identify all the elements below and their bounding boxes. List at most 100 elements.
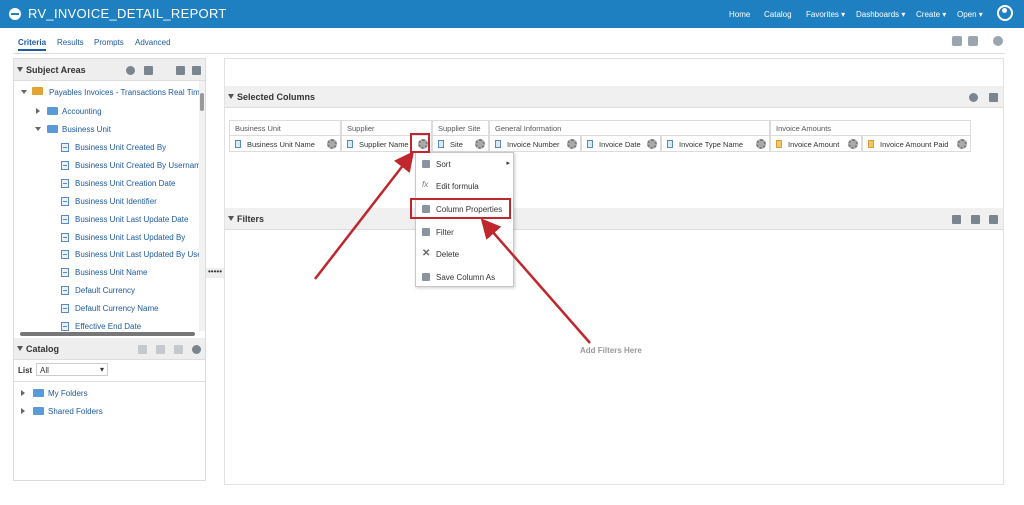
nav-create[interactable]: Create ▾ [916,10,946,19]
top-bar: RV_INVOICE_DETAIL_REPORT Home Catalog Fa… [0,0,1024,28]
collapse-icon[interactable] [17,67,23,72]
selected-column[interactable]: Invoice Amount Paid [862,135,971,152]
menu-item-edit-formula[interactable]: fx Edit formula [416,177,513,195]
expand-arrow-icon[interactable] [21,390,25,396]
selected-column[interactable]: Invoice Date [581,135,661,152]
selected-column[interactable]: Site [432,135,489,152]
expand-arrow-icon[interactable] [21,90,27,94]
selected-column[interactable]: Invoice Amount [770,135,862,152]
collapse-arrow-icon[interactable] [35,127,41,131]
arrow-right-icon[interactable] [138,345,147,354]
vertical-scrollbar[interactable] [199,81,205,331]
subject-area-column[interactable]: Business Unit Creation Date [75,179,176,188]
expand-arrow-icon[interactable] [21,408,25,414]
gear-icon[interactable] [475,139,485,149]
catalog-my-folders[interactable]: My Folders [48,389,88,398]
help-icon[interactable] [993,36,1003,46]
gear-icon[interactable] [567,139,577,149]
save-as-icon[interactable] [968,36,978,46]
subject-area-column[interactable]: Business Unit Last Updated By Use [75,250,199,259]
sort-icon [422,160,430,168]
column-label: Invoice Amount [788,140,840,149]
subject-area-column[interactable]: Business Unit Name [75,268,147,277]
subject-area-root[interactable]: Payables Invoices - Transactions Real Ti… [49,88,200,97]
gear-icon[interactable] [327,139,337,149]
catalog-shared-folders[interactable]: Shared Folders [48,407,103,416]
copy-icon[interactable] [156,345,165,354]
user-avatar-icon[interactable] [997,5,1013,21]
scroll-thumb[interactable] [200,93,204,111]
add-icon[interactable] [176,66,185,75]
remove-all-icon[interactable] [989,93,998,102]
folder-business-unit[interactable]: Business Unit [62,125,111,134]
search-icon[interactable] [126,66,135,75]
selected-column[interactable]: Business Unit Name [229,135,341,152]
nav-create-label: Create [916,10,941,19]
subject-area-column[interactable]: Business Unit Created By [75,143,166,152]
tab-results[interactable]: Results [57,38,84,47]
nav-favorites-label: Favorites [806,10,839,19]
column-type-icon [587,140,593,148]
submenu-arrow-icon: ▸ [506,160,510,167]
expand-arrow-icon[interactable] [36,108,40,114]
pane-splitter[interactable]: ••••• [206,268,224,278]
menu-item-filter[interactable]: Filter [416,223,513,241]
clear-filters-icon[interactable] [971,215,980,224]
gear-icon[interactable] [647,139,657,149]
selected-column[interactable]: Invoice Number [489,135,581,152]
menu-label: Delete [436,250,460,259]
column-icon [61,304,69,314]
horizontal-scrollbar[interactable] [20,332,195,336]
sort-icon[interactable] [144,66,153,75]
subject-area-column[interactable]: Business Unit Last Update Date [75,215,188,224]
tab-criteria[interactable]: Criteria [18,38,47,51]
collapse-icon[interactable] [228,94,234,99]
column-label: Business Unit Name [247,140,315,149]
filters-header: Filters [225,208,1003,230]
column-icon [61,196,69,206]
menu-label: Edit formula [436,182,479,191]
collapse-icon[interactable] [17,346,23,351]
collapse-icon[interactable] [228,216,234,221]
subject-area-column[interactable]: Default Currency Name [75,304,159,313]
list-select[interactable]: All ▾ [36,363,108,376]
catalog-header: Catalog [14,338,205,360]
more-options-icon[interactable] [989,215,998,224]
subject-area-column[interactable]: Business Unit Last Updated By [75,233,185,242]
menu-item-delete[interactable]: ✕ Delete [416,245,513,263]
menu-label: Sort [436,160,451,169]
subject-area-column[interactable]: Default Currency [75,286,135,295]
nav-dashboards[interactable]: Dashboards ▾ [856,10,905,19]
column-type-icon [347,140,353,148]
menu-label: Save Column As [436,273,496,282]
save-icon[interactable] [952,36,962,46]
gear-icon[interactable] [957,139,967,149]
subject-area-column[interactable]: Business Unit Created By Usernam [75,161,199,170]
nav-catalog[interactable]: Catalog [764,10,792,19]
folder-accounting[interactable]: Accounting [62,107,102,116]
column-type-icon [776,140,782,148]
subject-area-column[interactable]: Effective End Date [75,322,141,331]
nav-favorites[interactable]: Favorites ▾ [806,10,845,19]
selected-columns-title: Selected Columns [237,92,316,102]
eye-icon[interactable] [969,93,978,102]
nav-open[interactable]: Open ▾ [957,10,983,19]
menu-item-save-column-as[interactable]: Save Column As [416,268,513,286]
catalog-title: Catalog [26,344,60,354]
column-type-icon [235,140,241,148]
add-filter-icon[interactable] [952,215,961,224]
gear-icon[interactable] [848,139,858,149]
edit-icon[interactable] [174,345,183,354]
app-title: RV_INVOICE_DETAIL_REPORT [28,6,227,21]
refresh-icon[interactable] [192,345,201,354]
menu-item-sort[interactable]: Sort ▸ [416,155,513,173]
selected-column[interactable]: Invoice Type Name [661,135,770,152]
column-type-icon [868,140,874,148]
subject-area-column[interactable]: Business Unit Identifier [75,197,157,206]
nav-home[interactable]: Home [729,10,750,19]
column-icon [61,286,69,296]
tab-prompts[interactable]: Prompts [94,38,124,47]
tab-advanced[interactable]: Advanced [135,38,171,47]
gear-icon[interactable] [756,139,766,149]
expand-panel-icon[interactable] [192,66,201,75]
